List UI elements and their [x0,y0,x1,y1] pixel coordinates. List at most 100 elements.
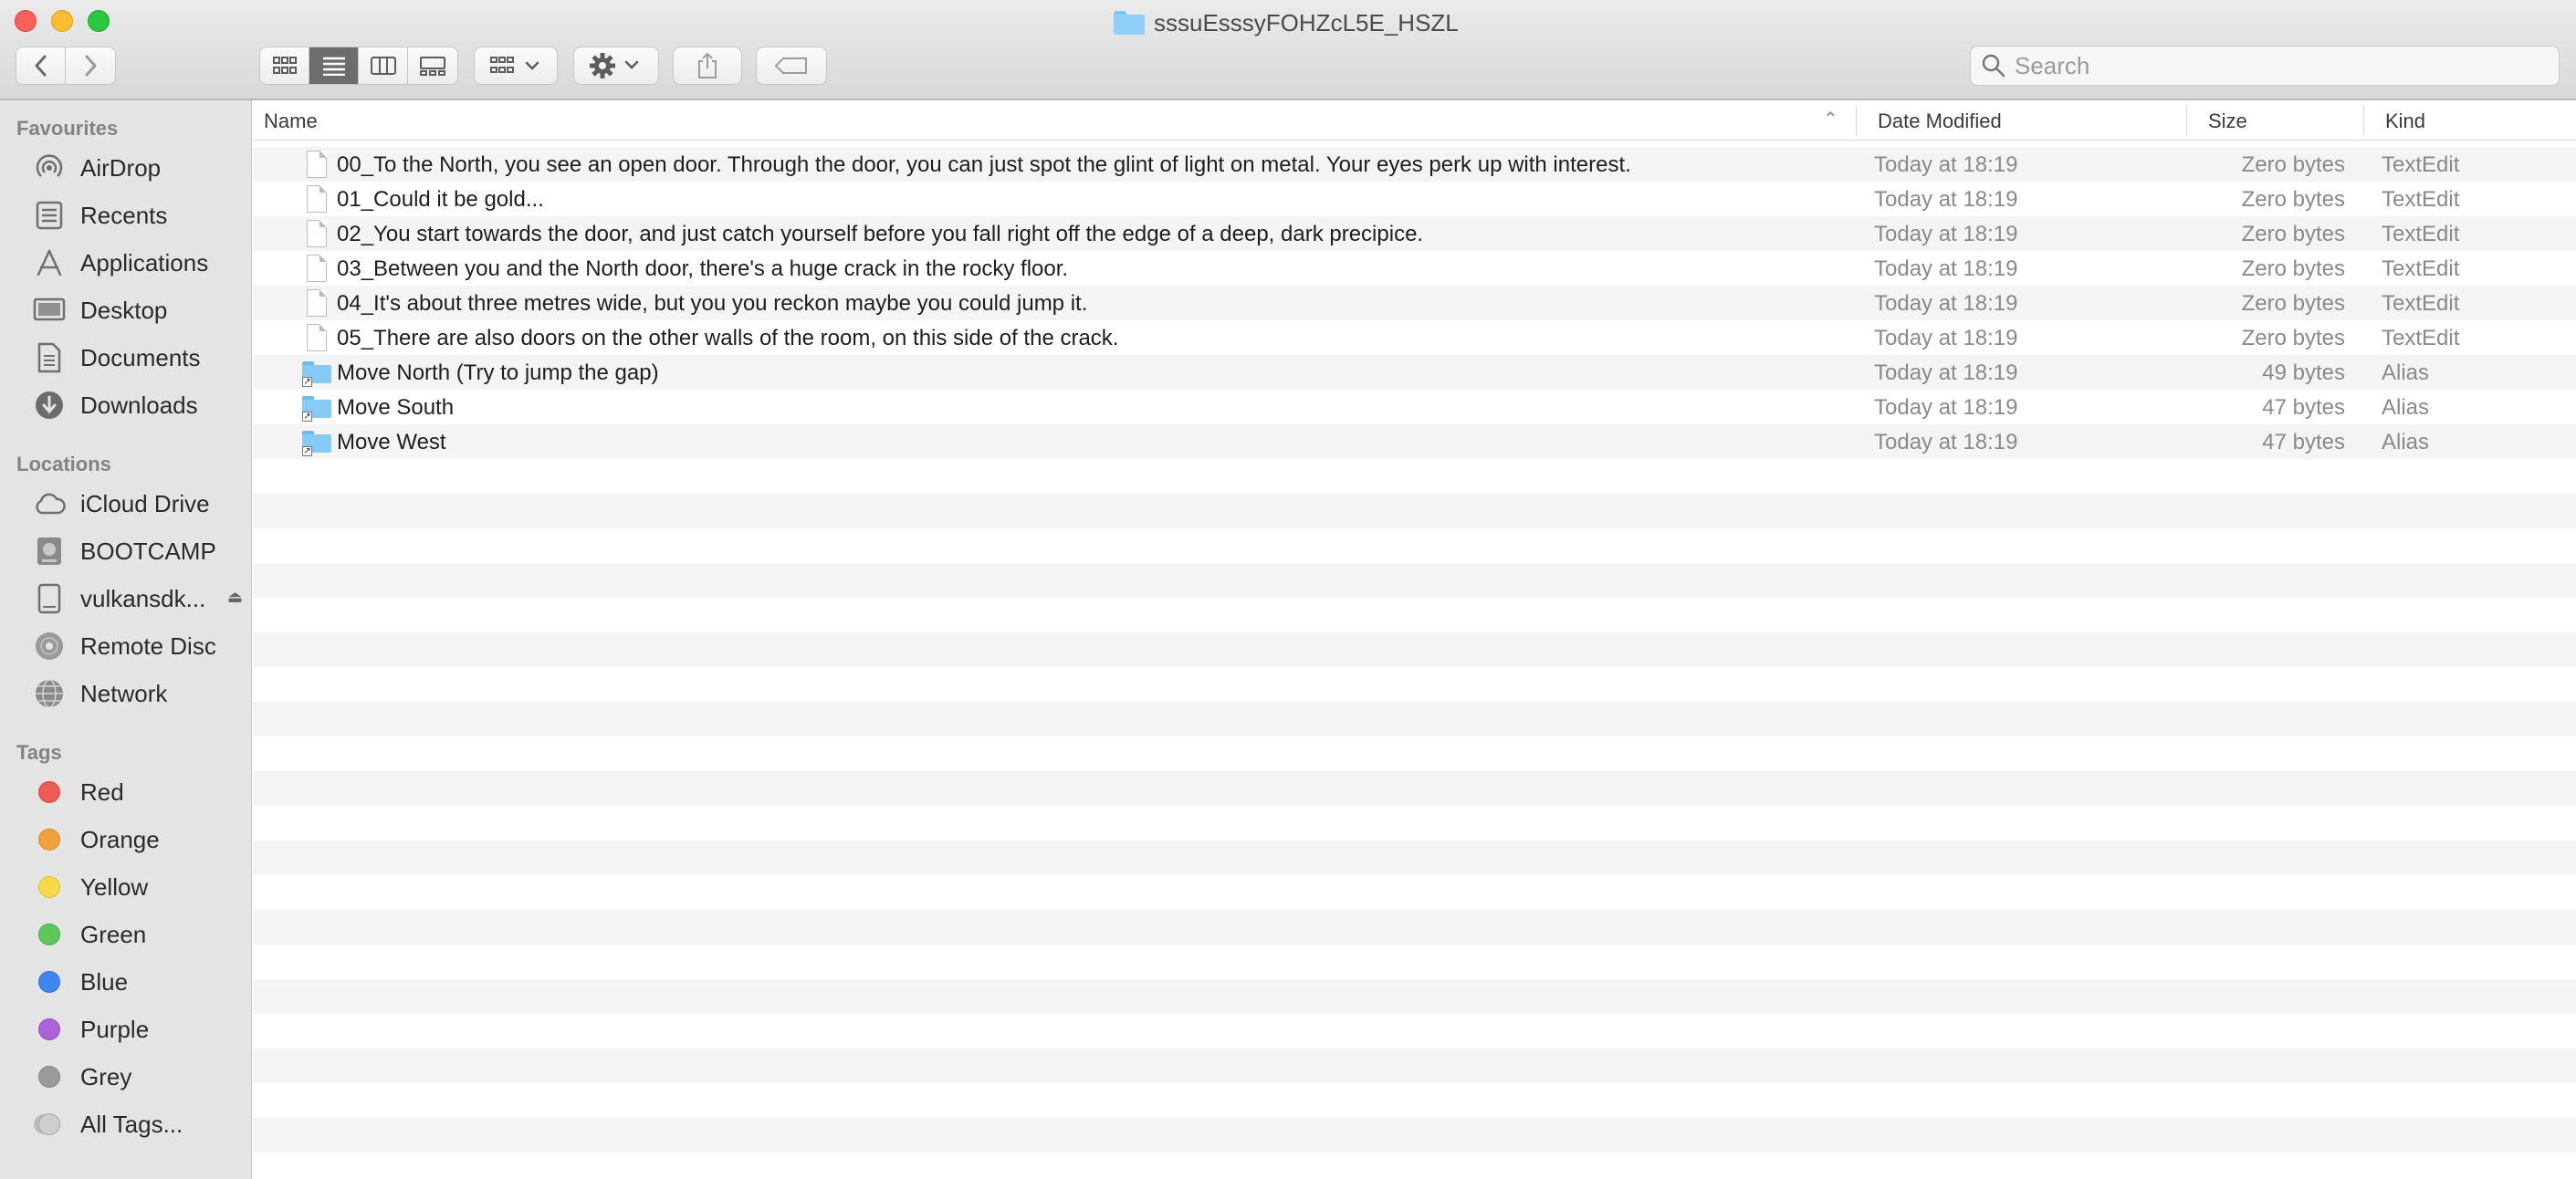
gallery-view-button[interactable] [408,47,457,84]
column-header-size[interactable]: Size [2208,110,2247,133]
file-kind: TextEdit [2382,256,2460,281]
grid-icon [272,57,297,74]
downloads-icon [31,387,68,423]
file-date: Today at 18:19 [1874,360,2018,385]
column-divider[interactable] [2363,106,2364,135]
tag-color-dot [38,923,60,945]
empty-list-area[interactable] [253,459,2576,1179]
table-row[interactable]: 03_Between you and the North door, there… [253,251,2576,286]
table-row[interactable]: 00_To the North, you see an open door. T… [253,147,2576,182]
back-button[interactable] [16,47,66,84]
folder-alias-icon: ↗ [302,427,331,456]
edit-tags-button[interactable] [756,47,827,85]
file-name: 00_To the North, you see an open door. T… [337,152,1631,177]
column-header-date-modified[interactable]: Date Modified [1878,110,2002,133]
file-name: 03_Between you and the North door, there… [337,256,1069,281]
file-kind: TextEdit [2382,222,2460,246]
file-rows: 00_To the North, you see an open door. T… [253,147,2576,459]
file-date: Today at 18:19 [1874,256,2018,281]
sidebar-item-desktop[interactable]: Desktop [31,290,250,330]
sidebar-tag-orange[interactable]: Orange [31,819,250,860]
sidebar-tag-green[interactable]: Green [31,914,250,955]
group-by-button[interactable] [474,47,558,85]
sidebar-item-network[interactable]: Network [31,673,250,714]
zoom-window-button[interactable] [88,10,110,32]
file-kind: TextEdit [2382,187,2460,212]
folder-icon [1114,11,1145,35]
disk-icon [31,533,68,569]
sidebar-tag-blue[interactable]: Blue [31,962,250,1002]
sidebar-item-label: Grey [80,1062,132,1090]
table-row[interactable]: 02_You start towards the door, and just … [253,216,2576,251]
window-title-text: sssuEsssyFOHZcL5E_HSZL [1154,8,1459,37]
table-row[interactable]: ↗ Move South Today at 18:19 47 bytes Ali… [253,390,2576,424]
search-input[interactable] [2015,51,2526,80]
sidebar-item-label: AirDrop [80,153,162,182]
text-document-icon [302,219,331,248]
file-kind: TextEdit [2382,326,2460,350]
forward-button[interactable] [66,47,115,84]
sidebar-item-bootcamp[interactable]: BOOTCAMP [31,531,250,571]
eject-icon[interactable]: ⏏ [227,588,243,607]
search-field[interactable] [1970,46,2560,86]
column-header-name[interactable]: Name [264,110,318,133]
sidebar-item-vulkansdk[interactable]: vulkansdk... ⏏ [31,579,250,619]
file-name: Move North (Try to jump the gap) [337,360,659,385]
sidebar-item-airdrop[interactable]: AirDrop [31,148,250,188]
sidebar-item-recents[interactable]: Recents [31,195,250,235]
file-kind: Alias [2382,360,2430,385]
sidebar-item-label: BOOTCAMP [80,537,216,565]
table-row[interactable]: 04_It's about three metres wide, but you… [253,286,2576,320]
sidebar-tag-purple[interactable]: Purple [31,1009,250,1049]
share-button[interactable] [673,47,742,85]
sidebar-item-label: Desktop [80,296,168,324]
sidebar-item-downloads[interactable]: Downloads [31,385,250,425]
columns-icon [370,57,396,75]
folder-alias-icon: ↗ [302,392,331,422]
sidebar-item-icloud-drive[interactable]: iCloud Drive [31,484,250,524]
sidebar-tag-yellow[interactable]: Yellow [31,867,250,907]
table-row[interactable]: 01_Could it be gold... Today at 18:19 Ze… [253,182,2576,216]
column-divider[interactable] [1856,106,1857,135]
text-document-icon [302,254,331,283]
file-size: 47 bytes [2262,395,2345,420]
sidebar-item-documents[interactable]: Documents [31,338,250,378]
file-name: Move West [337,430,446,454]
file-size: Zero bytes [2241,152,2345,177]
action-menu-button[interactable] [573,47,659,85]
minimize-window-button[interactable] [51,10,73,32]
list-view-button[interactable] [309,47,359,84]
all-tags-icon [38,1113,60,1135]
sidebar: Favourites AirDrop Recents Applications … [0,100,252,1179]
file-size: Zero bytes [2241,256,2345,281]
file-size: Zero bytes [2241,222,2345,246]
toolbar: sssuEsssyFOHZcL5E_HSZL [0,0,2576,100]
file-size: 47 bytes [2262,430,2345,454]
sidebar-item-applications[interactable]: Applications [31,243,250,283]
close-window-button[interactable] [15,10,37,32]
text-document-icon [302,184,331,214]
file-date: Today at 18:19 [1874,430,2018,454]
column-divider[interactable] [2186,106,2187,135]
sidebar-item-label: Orange [80,825,160,853]
table-row[interactable]: 05_There are also doors on the other wal… [253,320,2576,355]
tag-color-dot [38,1018,60,1040]
tag-color-dot [38,781,60,803]
column-view-button[interactable] [359,47,408,84]
sidebar-item-remote-disc[interactable]: Remote Disc [31,626,250,666]
sidebar-tag-grey[interactable]: Grey [31,1057,250,1097]
file-list-view: Name ⌃ Date Modified Size Kind 00_To the… [253,100,2576,1179]
documents-icon [31,339,68,376]
text-document-icon [302,288,331,318]
search-icon [1982,54,2005,78]
sidebar-item-label: Network [80,679,168,707]
sidebar-tag-red[interactable]: Red [31,772,250,812]
sidebar-tag-all-tags[interactable]: All Tags... [31,1104,250,1144]
table-row[interactable]: ↗ Move North (Try to jump the gap) Today… [253,355,2576,390]
recents-icon [31,197,68,234]
file-kind: TextEdit [2382,291,2460,316]
table-row[interactable]: ↗ Move West Today at 18:19 47 bytes Alia… [253,424,2576,459]
icon-view-button[interactable] [260,47,309,84]
column-header-kind[interactable]: Kind [2385,110,2425,133]
sidebar-item-label: All Tags... [80,1110,183,1138]
